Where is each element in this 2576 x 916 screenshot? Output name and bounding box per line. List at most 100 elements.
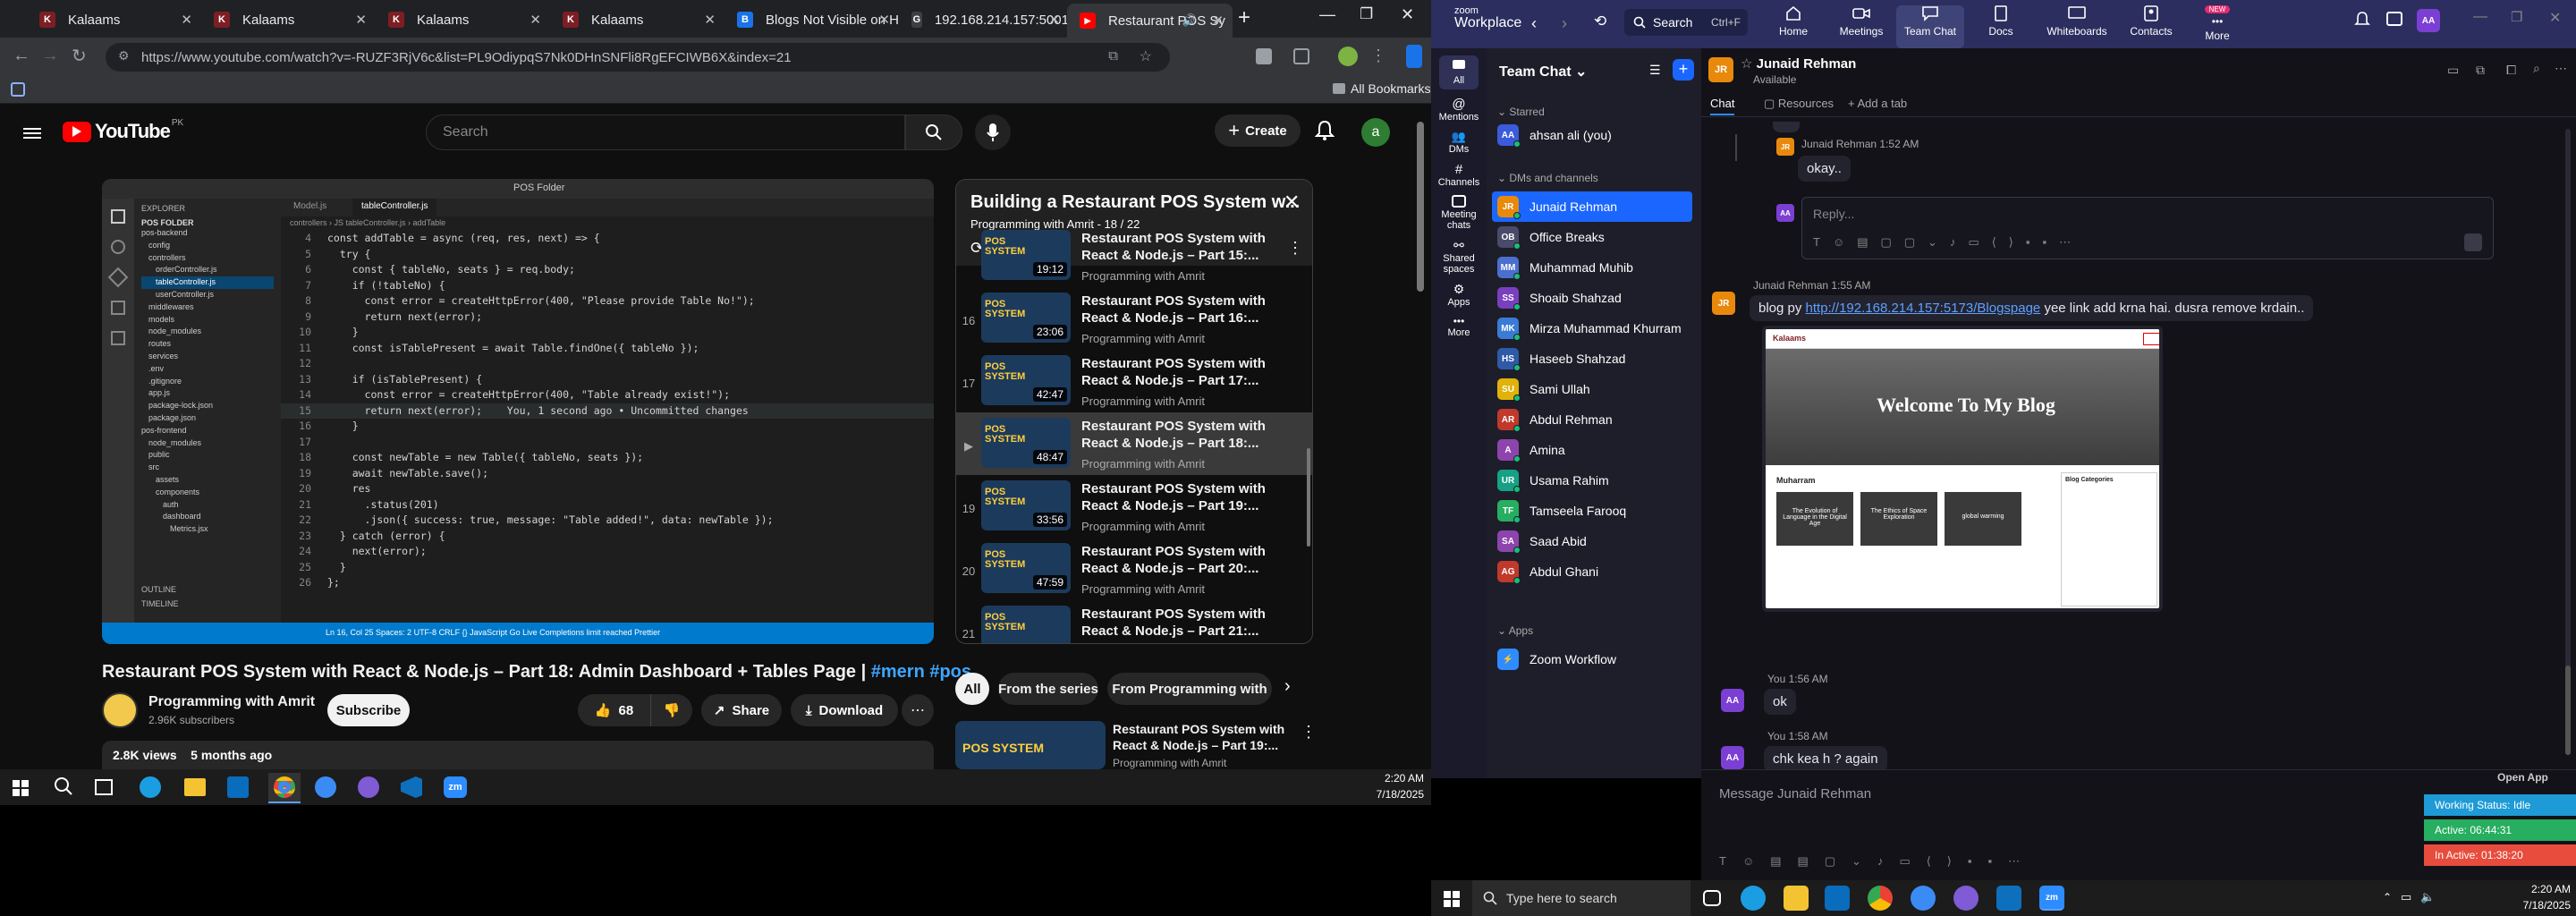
contact-item[interactable]: HS Haseeb Shahzad: [1497, 344, 1698, 374]
contact-item[interactable]: AA ahsan ali (you): [1497, 120, 1698, 150]
create-button[interactable]: + Create: [1215, 114, 1301, 147]
nav-more[interactable]: NEW ••• More: [2186, 5, 2249, 42]
channel-avatar[interactable]: [102, 692, 138, 728]
minimize-button[interactable]: —: [1319, 5, 1335, 24]
rail-dms[interactable]: 👥 DMs: [1431, 130, 1487, 155]
video-description[interactable]: 2.8K views 5 months ago: [102, 741, 934, 769]
share-button[interactable]: ↗ Share: [701, 694, 782, 726]
nav-home[interactable]: Home: [1762, 5, 1825, 38]
chat-scrollbar[interactable]: [2565, 129, 2571, 755]
recommended-channel[interactable]: Programming with Amrit: [1113, 757, 1226, 769]
contact-item[interactable]: JR Junaid Rehman: [1492, 191, 1692, 222]
menu-dots-icon[interactable]: ⋮: [1370, 47, 1386, 65]
user-avatar[interactable]: a: [1361, 118, 1390, 147]
windows-start-icon[interactable]: [13, 780, 29, 796]
filter-icon[interactable]: ☰: [1649, 63, 1661, 78]
edge-icon[interactable]: [140, 776, 161, 798]
more-actions-button[interactable]: ⋯: [902, 694, 934, 726]
contact-item[interactable]: SS Shoaib Shahzad: [1497, 283, 1698, 313]
browser-tab[interactable]: K Kalaams ✕: [550, 5, 724, 34]
youtube-logo[interactable]: YouTube PK: [63, 118, 183, 143]
task-view-icon[interactable]: [1703, 890, 1721, 906]
close-icon[interactable]: ✕: [1048, 12, 1060, 28]
nav-team-chat[interactable]: Team Chat: [1896, 5, 1964, 48]
contact-item[interactable]: MM Muhammad Muhib: [1497, 252, 1698, 283]
contact-item[interactable]: AG Abdul Ghani: [1497, 556, 1698, 587]
clock[interactable]: 2:20 AM 7/18/2025: [1352, 772, 1424, 801]
gemini-icon[interactable]: [1406, 45, 1422, 68]
github-desktop-icon[interactable]: [1953, 886, 1979, 911]
close-icon[interactable]: ✕: [355, 12, 367, 28]
contact-item[interactable]: MK Mirza Muhammad Khurram: [1497, 313, 1698, 344]
close-window-button[interactable]: ✕: [1401, 5, 1414, 24]
clock[interactable]: 2:20 AM 7/18/2025: [2499, 883, 2571, 912]
dislike-button[interactable]: 👎: [651, 702, 692, 718]
search-input[interactable]: Search: [426, 114, 905, 150]
contact-item[interactable]: SU Sami Ullah: [1497, 374, 1698, 404]
nav-meetings[interactable]: Meetings: [1830, 5, 1893, 38]
nav-whiteboards[interactable]: Whiteboards: [2041, 5, 2113, 38]
search-icon[interactable]: ⌕: [2533, 61, 2540, 76]
blog-screenshot-image[interactable]: Kalaams Welcome To My Blog Muharram The …: [1762, 326, 2163, 612]
store-icon[interactable]: [227, 776, 249, 798]
playlist-scrollbar[interactable]: [1307, 448, 1310, 547]
vscode-alt-icon[interactable]: [315, 776, 336, 798]
chip-series[interactable]: From the series: [998, 673, 1098, 705]
vscode-icon[interactable]: [1996, 886, 2021, 911]
playlist-item[interactable]: 19 POS SYSTEM 33:56 Restaurant POS System wi…: [956, 475, 1312, 538]
send-icon[interactable]: [2464, 233, 2482, 251]
browser-tab[interactable]: G 192.168.214.157:5001 ✕: [899, 5, 1069, 34]
taskbar-search-box[interactable]: Type here to search: [1472, 880, 1690, 916]
file-explorer-icon[interactable]: [1784, 886, 1809, 911]
close-icon[interactable]: ✕: [878, 12, 890, 28]
like-button[interactable]: 👍 68: [578, 694, 651, 726]
playlist-item[interactable]: ▶ POS SYSTEM 48:47 Restaurant POS System wit…: [956, 412, 1312, 475]
app-zoom-workflow[interactable]: ⚡ Zoom Workflow: [1497, 644, 1698, 674]
message-link[interactable]: http://192.168.214.157:5173/Blogspage: [1806, 301, 2041, 316]
zoom-app-icon[interactable]: zm: [444, 776, 467, 798]
close-playlist-icon[interactable]: ✕: [1284, 191, 1300, 214]
message-bubble[interactable]: ok: [1764, 689, 1796, 715]
screen-share-icon[interactable]: ⧠: [2506, 63, 2516, 78]
contact-item[interactable]: A Amina: [1497, 435, 1698, 465]
playlist-item[interactable]: 17 POS SYSTEM 42:47 Restaurant POS System wi…: [956, 350, 1312, 412]
reply-toolbar[interactable]: T☺▤▢▢⌄♪▭⟨⟩▪▪⋯: [1813, 235, 2083, 250]
close-window-button[interactable]: ✕: [2549, 9, 2561, 27]
bookmark-star-icon[interactable]: ☆: [1140, 47, 1152, 65]
vscode-icon[interactable]: [401, 776, 422, 798]
dms-header[interactable]: ⌄ DMs and channels: [1497, 172, 1598, 184]
starred-header[interactable]: ⌄ Starred: [1497, 106, 1545, 118]
zoom-app-icon[interactable]: zm: [2039, 886, 2064, 911]
rail-channels[interactable]: # Channels: [1431, 162, 1487, 188]
more-dots-icon[interactable]: ⋯: [2555, 61, 2567, 76]
minimize-button[interactable]: —: [2473, 9, 2487, 25]
maximize-button[interactable]: ❐: [2511, 9, 2522, 25]
extension-icon[interactable]: [1256, 48, 1272, 64]
contact-item[interactable]: OB Office Breaks: [1497, 222, 1698, 252]
video-hashtags[interactable]: #mern #pos: [871, 662, 971, 682]
profile-avatar[interactable]: [1338, 47, 1358, 66]
contact-item[interactable]: SA Saad Abid: [1497, 526, 1698, 556]
rail-meeting-chats[interactable]: Meeting chats: [1431, 195, 1487, 231]
message-bubble[interactable]: okay..: [1798, 156, 1851, 182]
notifications-bell-icon[interactable]: [1315, 120, 1335, 141]
extensions-puzzle-icon[interactable]: [1293, 48, 1309, 64]
close-icon[interactable]: ✕: [704, 12, 716, 28]
search-button[interactable]: [905, 114, 962, 150]
hamburger-icon[interactable]: [23, 125, 41, 141]
apps-panel-icon[interactable]: [2386, 12, 2402, 26]
task-view-icon[interactable]: [95, 779, 113, 795]
back-icon[interactable]: ‹: [1531, 14, 1537, 33]
chat-avatar[interactable]: JR: [1708, 57, 1733, 82]
playlist-item[interactable]: POS SYSTEM 19:12 Restaurant POS System with…: [956, 225, 1312, 287]
video-player[interactable]: POS Folder EXPLORER POS FOLDER pos-backe…: [102, 179, 934, 644]
url-input[interactable]: ⚙ https://www.youtube.com/watch?v=-RUZF3…: [106, 43, 1170, 72]
recommended-menu-icon[interactable]: ⋮: [1301, 723, 1317, 742]
browser-tab[interactable]: K Kalaams ✕: [201, 5, 376, 34]
chrome-icon[interactable]: [1868, 886, 1893, 911]
file-explorer-icon[interactable]: [184, 778, 206, 796]
history-icon[interactable]: ⟲: [1594, 13, 1606, 30]
nav-docs[interactable]: Docs: [1970, 5, 2032, 38]
recommended-thumbnail[interactable]: POS SYSTEM: [955, 721, 1106, 769]
video-call-icon[interactable]: ▭: [2447, 63, 2459, 78]
